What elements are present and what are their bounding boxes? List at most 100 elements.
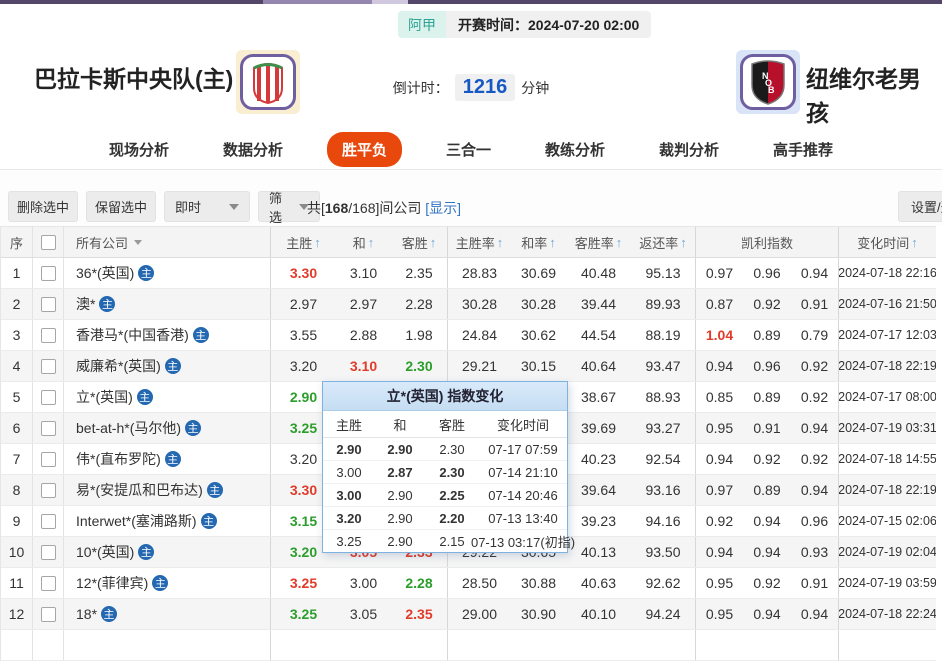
company-cell[interactable]: 36*(英国)主	[64, 258, 271, 288]
countdown-label: 倒计时：	[393, 78, 449, 98]
kelly-cell: 0.94	[791, 413, 839, 443]
col-return-rate[interactable]: 返还率↑	[631, 227, 696, 257]
col-draw-rate[interactable]: 和率↑	[511, 227, 566, 257]
tab-教练分析[interactable]: 教练分析	[535, 133, 615, 166]
row-checkbox[interactable]	[41, 514, 56, 529]
change-time-cell: 2024-07-19 03:59	[839, 568, 936, 598]
kickoff-time: 开赛时间：2024-07-20 02:00	[446, 11, 651, 38]
kelly-cell: 0.79	[791, 320, 839, 350]
kelly-cell: 0.95	[696, 599, 743, 629]
company-cell[interactable]: 伟*(直布罗陀)主	[64, 444, 271, 474]
row-checkbox[interactable]	[41, 452, 56, 467]
row-checkbox[interactable]	[41, 266, 56, 281]
row-checkbox[interactable]	[41, 297, 56, 312]
home-badge-icon: 主	[138, 265, 154, 281]
col-away-odds[interactable]: 客胜↑	[391, 227, 448, 257]
row-checkbox[interactable]	[41, 576, 56, 591]
col-away-rate[interactable]: 客胜率↑	[566, 227, 631, 257]
home-badge-icon: 主	[165, 451, 181, 467]
popup-row: 3.002.902.2507-14 20:46	[323, 484, 567, 507]
home-badge-icon: 主	[101, 606, 117, 622]
odds-cell: 2.28	[391, 568, 448, 598]
tab-胜平负[interactable]: 胜平负	[327, 132, 402, 167]
col-draw-odds[interactable]: 和↑	[336, 227, 391, 257]
col-kelly: 凯利指数	[696, 227, 839, 257]
odds-cell: 2.30	[391, 351, 448, 381]
company-cell[interactable]: 12*(菲律宾)主	[64, 568, 271, 598]
kelly-cell: 0.91	[743, 413, 791, 443]
row-select-cell	[33, 630, 64, 660]
odds-cell: 2.97	[336, 289, 391, 319]
delete-selected-button[interactable]: 删除选中	[8, 191, 78, 222]
company-cell[interactable]	[64, 630, 271, 660]
odds-cell: 3.00	[336, 568, 391, 598]
popup-time-cell: 07-14 21:10	[479, 461, 567, 483]
col-home-rate[interactable]: 主胜率↑	[448, 227, 511, 257]
rate-cell: 94.24	[631, 599, 696, 629]
company-cell[interactable]: 立*(英国)主	[64, 382, 271, 412]
row-select-cell	[33, 320, 64, 350]
select-all-checkbox[interactable]	[41, 235, 56, 250]
keep-selected-button[interactable]: 保留选中	[86, 191, 156, 222]
company-cell[interactable]: 威廉希*(英国)主	[64, 351, 271, 381]
sort-up-icon: ↑	[680, 235, 687, 250]
rate-cell	[448, 630, 511, 660]
time-mode-dropdown[interactable]: 即时	[164, 191, 250, 222]
row-checkbox[interactable]	[41, 421, 56, 436]
sort-up-icon: ↑	[430, 235, 437, 250]
odds-table-header: 序 所有公司 主胜↑ 和↑ 客胜↑ 主胜率↑ 和率↑ 客胜率↑ 返还率↑ 凯利指…	[1, 226, 936, 258]
odds-cell: 3.10	[336, 258, 391, 288]
col-change-time[interactable]: 变化时间↑	[839, 227, 936, 257]
row-select-cell	[33, 289, 64, 319]
rate-cell: 93.50	[631, 537, 696, 567]
rate-cell: 30.90	[511, 599, 566, 629]
change-time-cell	[839, 630, 936, 660]
row-checkbox[interactable]	[41, 359, 56, 374]
home-team-logo	[236, 50, 300, 114]
rate-cell	[511, 630, 566, 660]
row-checkbox[interactable]	[41, 328, 56, 343]
company-cell[interactable]: 18*主	[64, 599, 271, 629]
row-select-cell	[33, 599, 64, 629]
popup-body: 2.902.902.3007-17 07:593.002.872.3007-14…	[323, 438, 567, 553]
row-seq: 11	[1, 568, 33, 598]
league-badge: 阿甲	[398, 11, 446, 38]
kelly-cell: 0.91	[791, 289, 839, 319]
odds-cell: 3.30	[271, 258, 336, 288]
tab-三合一[interactable]: 三合一	[436, 133, 501, 166]
rate-cell: 30.28	[511, 289, 566, 319]
tab-高手推荐[interactable]: 高手推荐	[763, 133, 843, 166]
kelly-cell: 0.96	[791, 506, 839, 536]
company-cell[interactable]: Interwet*(塞浦路斯)主	[64, 506, 271, 536]
show-link[interactable]: [显示]	[425, 200, 461, 216]
sort-up-icon: ↑	[314, 235, 321, 250]
kelly-cell: 0.92	[791, 382, 839, 412]
company-cell[interactable]: 易*(安提瓜和巴布达)主	[64, 475, 271, 505]
settings-button[interactable]: 设置/选择	[898, 191, 942, 222]
tab-数据分析[interactable]: 数据分析	[213, 133, 293, 166]
popup-odds-cell: 3.20	[323, 507, 375, 529]
row-checkbox[interactable]	[41, 390, 56, 405]
row-seq: 4	[1, 351, 33, 381]
col-home-odds[interactable]: 主胜↑	[271, 227, 336, 257]
away-team-logo: N O B	[736, 50, 800, 114]
row-seq: 3	[1, 320, 33, 350]
company-cell[interactable]: 10*(英国)主	[64, 537, 271, 567]
change-time-cell: 2024-07-15 02:06	[839, 506, 936, 536]
rate-cell: 39.69	[566, 413, 631, 443]
row-checkbox[interactable]	[41, 545, 56, 560]
company-cell[interactable]: 香港马*(中国香港)主	[64, 320, 271, 350]
company-cell[interactable]: bet-at-h*(马尔他)主	[64, 413, 271, 443]
row-checkbox[interactable]	[41, 483, 56, 498]
change-time-cell: 2024-07-18 14:55	[839, 444, 936, 474]
company-cell[interactable]: 澳*主	[64, 289, 271, 319]
kelly-cell: 0.92	[791, 351, 839, 381]
col-company[interactable]: 所有公司	[64, 227, 271, 257]
popup-time-cell: 07-13 03:17(初指)	[479, 530, 567, 553]
company-count: 共[168/168]间公司 [显示]	[307, 198, 461, 218]
tab-现场分析[interactable]: 现场分析	[99, 133, 179, 166]
popup-odds-cell: 2.87	[375, 461, 425, 483]
row-checkbox[interactable]	[41, 607, 56, 622]
company-count-shown: 168	[325, 200, 348, 216]
tab-裁判分析[interactable]: 裁判分析	[649, 133, 729, 166]
